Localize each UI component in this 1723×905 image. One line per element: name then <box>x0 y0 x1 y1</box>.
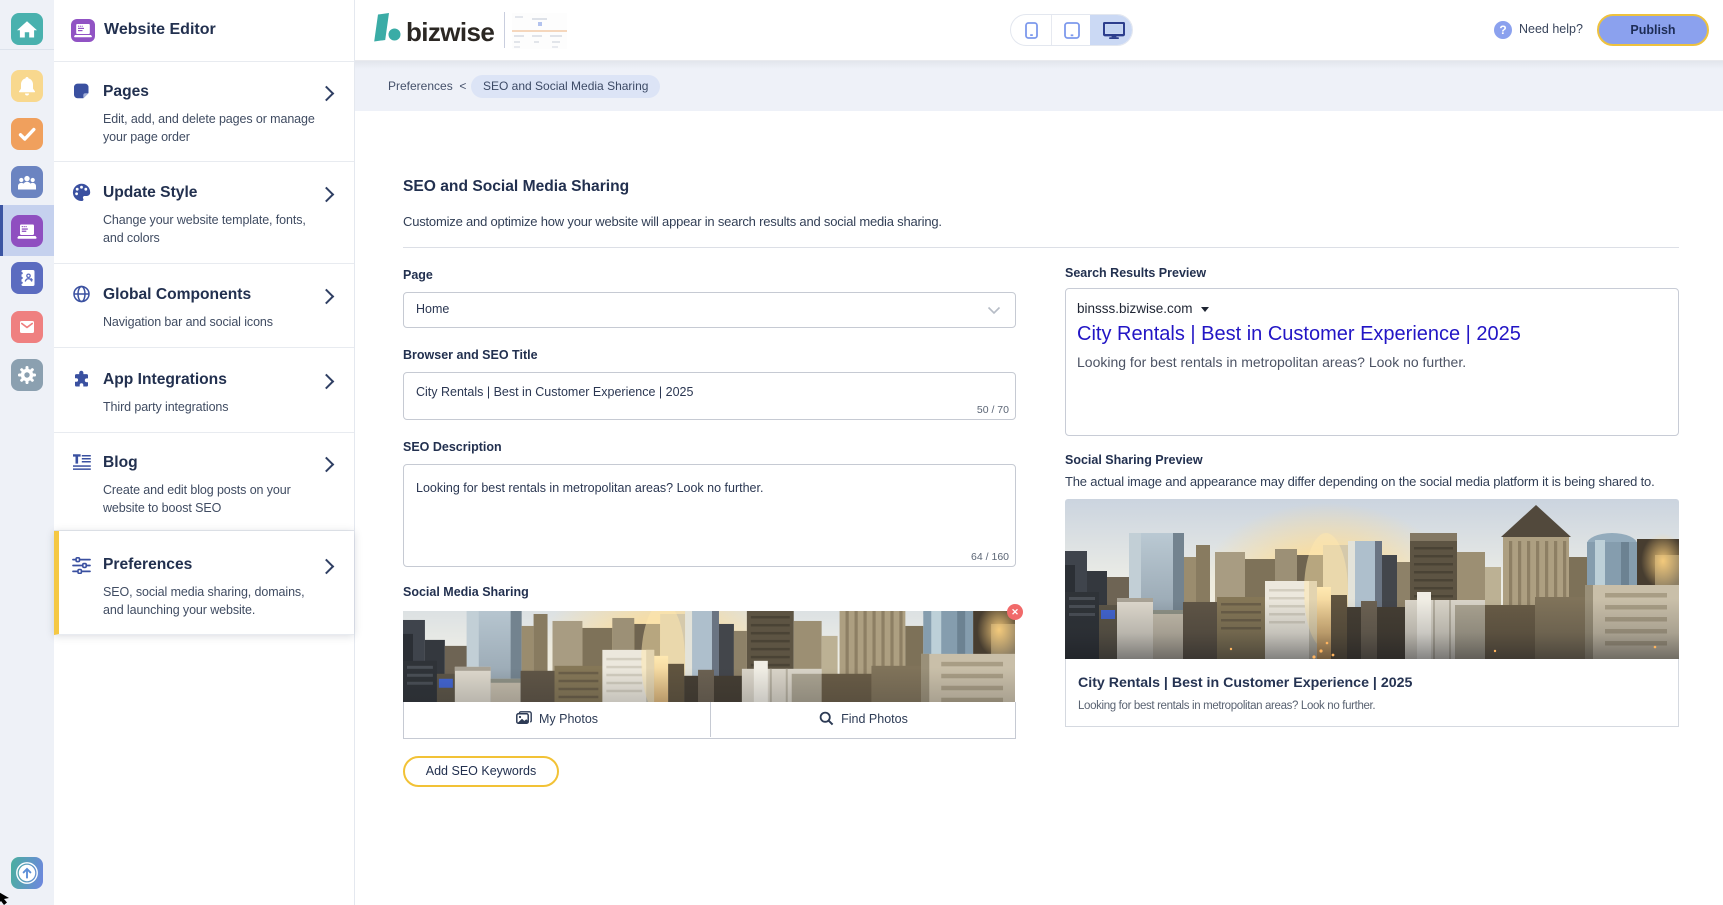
svg-text:bizwise: bizwise <box>406 17 494 47</box>
